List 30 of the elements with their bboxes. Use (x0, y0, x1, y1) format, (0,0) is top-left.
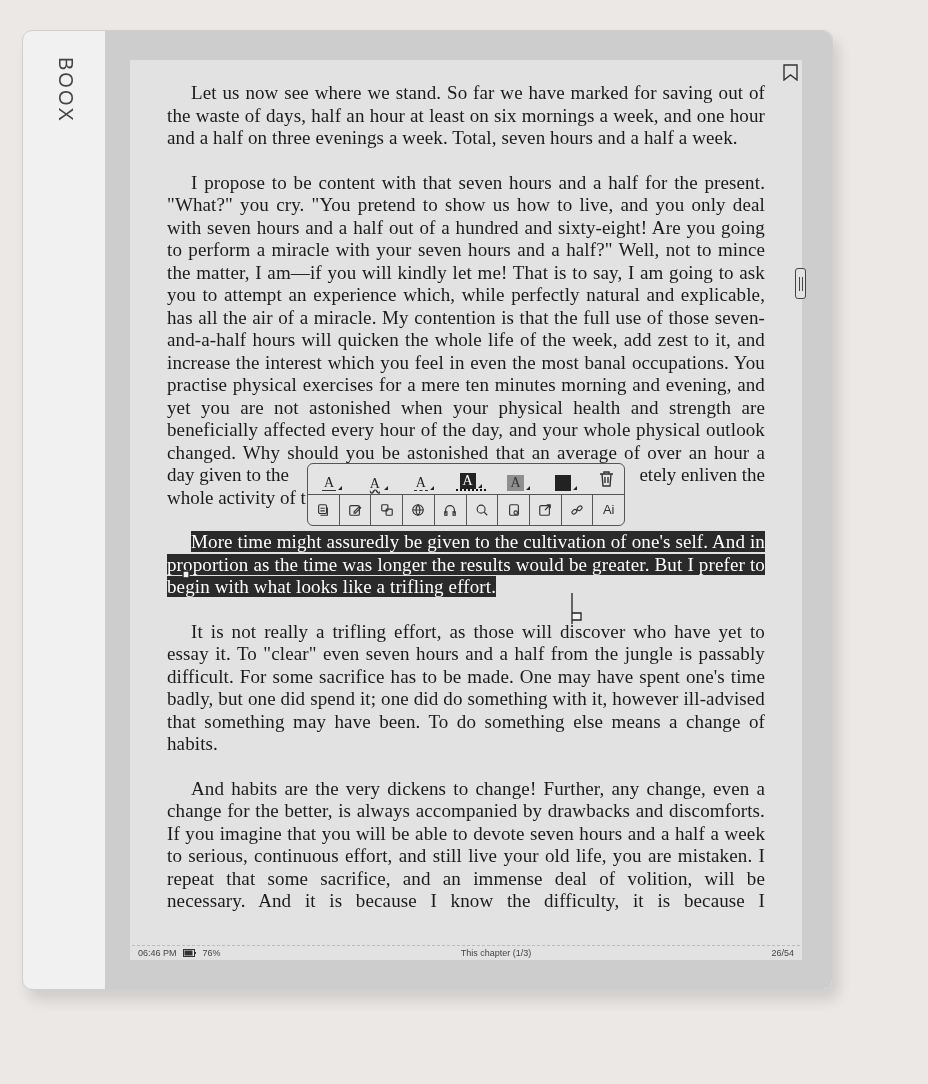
highlight-style-button[interactable]: A (409, 467, 438, 491)
body-paragraph: And habits are the very dickens to change! Further, any change, even a change for the better, is always accompanied by drawbacks and discomforts. If you imagine that you will be able to devote seven hours and a half a week to serious, continuous effort, and still live your old life, you are mistaken. I repeat that some sacrifice, and an immense deal of volition, will be necessary. And it is because I know the difficulty, it is because I (167, 777, 765, 913)
ai-button[interactable]: Ai (593, 495, 625, 525)
note-icon (348, 503, 363, 517)
body-text-fragment: etely enliven the (639, 464, 765, 487)
body-paragraph: Let us now see where we stand. So far we have marked for saving out of the waste of days, half an hour at least on six mornings a week, and one hour and a half on three evenings a week. Total, seven hours and a half a week. (167, 82, 765, 150)
headphones-icon (443, 503, 458, 517)
selection-end-handle-icon[interactable] (571, 593, 582, 625)
body-text-fragment: day given to the (167, 464, 289, 487)
body-text-fragment: whole activity of t (167, 486, 306, 508)
link-icon (569, 503, 584, 517)
bookmark-icon[interactable] (783, 64, 798, 81)
highlight-style-button[interactable]: A (318, 467, 347, 491)
delete-icon[interactable] (598, 471, 614, 487)
chapter-label: This chapter (1/3) (460, 947, 532, 959)
selected-paragraph: More time might assuredly be given to the cultivation of one's self. And in proportion as the time was longer the results would be greater. But I prefer to begin with what looks like a trifling effort. (167, 531, 765, 599)
highlight-style-button[interactable]: A (455, 467, 486, 491)
brand-logo: BOOX (54, 57, 78, 123)
globe-icon (411, 503, 426, 517)
battery-icon (182, 949, 197, 957)
share-icon (538, 503, 553, 517)
page-number: 26/54 (771, 947, 794, 959)
side-handle[interactable] (795, 268, 806, 299)
search-icon (474, 503, 489, 517)
body-paragraph: It is not really a trifling effort, as those will discover who have yet to essay it. To "clear" even seven hours and a half from the jungle is passably difficult. For some sacrifice has to be made. One may have spent one's time badly, but one did spend it; one did do something with it, however ill-advised that something may have been. To do something else means a change of habits. (167, 620, 765, 756)
highlight-style-button[interactable]: A (363, 467, 392, 491)
clock-time: 06:46 PM (138, 947, 177, 959)
highlight-style-button[interactable]: A (503, 467, 534, 491)
battery-percent: 76% (202, 947, 221, 959)
copy-icon (316, 503, 331, 517)
